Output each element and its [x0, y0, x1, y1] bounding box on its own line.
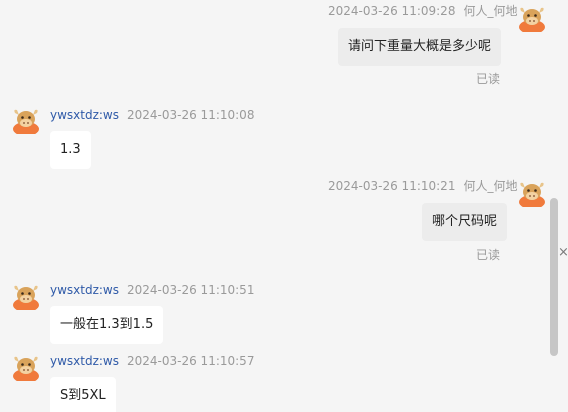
message-meta: ywsxtdz:ws 2024-03-26 11:10:08 — [50, 107, 254, 123]
sender-name[interactable]: ywsxtdz:ws — [50, 108, 119, 122]
cartoon-bull-avatar-icon — [13, 109, 39, 134]
cartoon-bull-avatar-icon — [519, 182, 545, 207]
avatar[interactable] — [518, 4, 546, 32]
message-bubble[interactable]: 哪个尺码呢 — [422, 203, 508, 241]
message-bubble[interactable]: 一般在1.3到1.5 — [50, 306, 164, 344]
sender-name[interactable]: ywsxtdz:ws — [50, 283, 119, 297]
cartoon-bull-avatar-icon — [13, 356, 39, 381]
sender-name: 何人_何地 — [463, 4, 518, 18]
message-time: 2024-03-26 11:10:57 — [127, 354, 255, 368]
sender-name: 何人_何地 — [463, 179, 518, 193]
avatar[interactable] — [12, 282, 40, 310]
message-meta: 2024-03-26 11:10:21 何人_何地 — [328, 178, 517, 194]
sender-name[interactable]: ywsxtdz:ws — [50, 354, 119, 368]
message-bubble[interactable]: 请问下重量大概是多少呢 — [338, 28, 502, 66]
message-meta: ywsxtdz:ws 2024-03-26 11:10:57 — [50, 353, 254, 369]
message-time: 2024-03-26 11:10:51 — [127, 283, 255, 297]
avatar[interactable] — [12, 353, 40, 381]
avatar[interactable] — [12, 106, 40, 134]
message-time: 2024-03-26 11:10:08 — [127, 108, 255, 122]
cartoon-bull-avatar-icon — [13, 285, 39, 310]
message-bubble[interactable]: S到5XL — [50, 377, 116, 412]
cartoon-bull-avatar-icon — [519, 7, 545, 32]
message-meta: ywsxtdz:ws 2024-03-26 11:10:51 — [50, 282, 254, 298]
message-bubble[interactable]: 1.3 — [50, 131, 91, 169]
message-time: 2024-03-26 11:09:28 — [328, 4, 456, 18]
chat-message-list[interactable]: 2024-03-26 11:09:28 何人_何地 请问下重量大概是多少呢 已读 — [0, 0, 568, 412]
scrollbar-thumb[interactable] — [550, 198, 558, 356]
close-icon[interactable]: × — [558, 245, 568, 261]
read-status: 已读 — [476, 72, 501, 86]
read-status: 已读 — [476, 248, 501, 262]
message-time: 2024-03-26 11:10:21 — [328, 179, 456, 193]
message-meta: 2024-03-26 11:09:28 何人_何地 — [328, 3, 517, 19]
avatar[interactable] — [518, 179, 546, 207]
